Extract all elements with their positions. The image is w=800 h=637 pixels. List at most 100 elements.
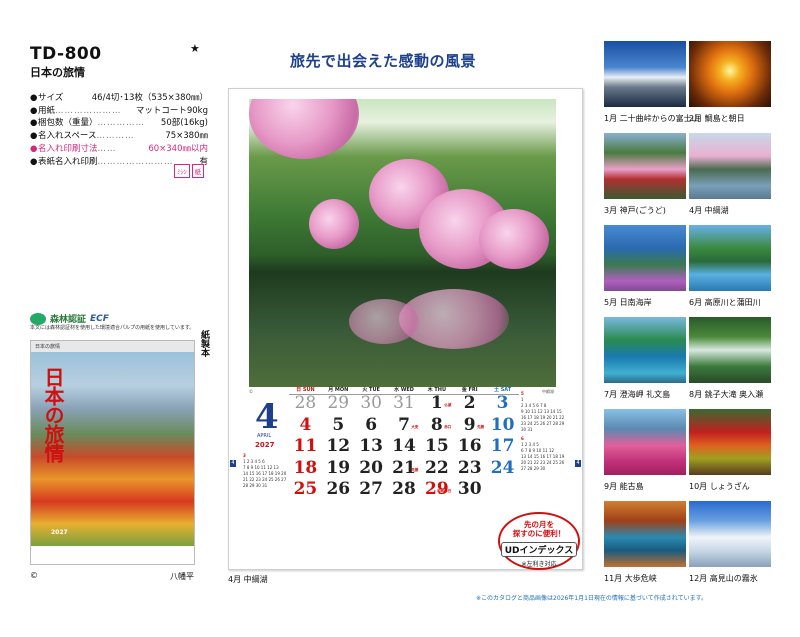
spec-row: ● 用紙………………… マットコート90kg — [30, 105, 208, 116]
month-photo — [689, 225, 771, 291]
mini-calendar-row: 28 29 30 31 — [243, 483, 268, 488]
day-cell: 14 — [392, 436, 416, 456]
month-photo — [604, 225, 686, 291]
day-cell: 8 赤口 — [430, 414, 452, 435]
ud-badge: UDインデックス — [500, 542, 578, 557]
day-cell: 6 — [365, 414, 378, 435]
cover-year: 2027 — [51, 529, 68, 536]
day-cell: 25 — [293, 479, 318, 499]
day-cell: 16 — [457, 436, 482, 456]
month-photo — [604, 41, 686, 107]
cover-strip: 日本の旅情 — [31, 341, 194, 352]
month-photo — [689, 501, 771, 567]
mini-calendar-row: 27 28 29 30 — [521, 466, 546, 471]
month-photo — [689, 41, 771, 107]
day-cell: 29 昭和の日 — [425, 479, 452, 499]
product-name: 日本の旅情 — [30, 66, 85, 79]
month-caption: 3月 神戸(ごうど) — [604, 206, 666, 215]
cover-thumbnail: 日本の旅情 日本の旅情 2027 — [30, 340, 195, 565]
day-cell: 27 — [359, 479, 383, 499]
day-cell: 2 — [463, 393, 476, 413]
month-photo — [604, 317, 686, 383]
day-cell — [486, 479, 519, 501]
ud-index-callout: 先の月を 探すのに便利！ UDインデックス ※左利き対応 — [498, 512, 580, 570]
main-photo — [249, 99, 556, 387]
day-cell: 19 — [326, 457, 351, 478]
star-icon: ★ — [190, 42, 200, 55]
month-photo — [604, 501, 686, 567]
day-cell: 7 大安 — [398, 414, 419, 435]
month-number: 4 — [255, 397, 279, 437]
day-cell: 5 — [332, 414, 345, 435]
month-photo — [604, 133, 686, 199]
ud-line2: 探すのに便利！ — [512, 529, 566, 538]
product-code: TD-800 — [30, 44, 102, 64]
day-cell: 20 — [359, 457, 383, 478]
month-photo — [689, 317, 771, 383]
day-cell: 24 — [490, 457, 515, 478]
month-caption: 8月 銚子大滝 奥入瀬 — [689, 390, 764, 399]
spec-row: ● 梱包数（重量）…………… 50部(16kg) — [30, 118, 208, 129]
month-caption: 4月 中綱湖 — [689, 206, 729, 215]
month-caption: 5月 日南海岸 — [604, 298, 652, 307]
day-cell: 12 — [326, 436, 351, 456]
month-photo — [689, 409, 771, 475]
photo-credit: © — [249, 389, 253, 394]
spec-row: ● 名入れスペース………… 75×380㎜ — [30, 131, 208, 142]
feature-badges: ﾐｼﾝ 紙 — [174, 164, 205, 178]
month-caption: 10月 しょうざん — [689, 482, 750, 491]
month-tab-left[interactable]: 4 — [230, 460, 236, 467]
day-cell: 26 — [326, 479, 351, 499]
mini-calendar-prev: 3 1 2 3 4 5 67 8 9 10 11 12 13 14 15 16 1… — [243, 453, 287, 488]
spec-list: ● サイズ 46/4切･13枚（535×380㎜） ● 用紙………………… マットコート9… — [30, 92, 208, 168]
headline: 旅先で出会えた感動の風景 — [290, 52, 477, 70]
day-cell: 15 — [425, 436, 449, 456]
cover-title: 日本の旅情 — [41, 367, 65, 462]
month-tab-right[interactable]: 4 — [575, 460, 581, 467]
ud-note: ※左利き対応 — [521, 561, 557, 568]
day-cell: 18 — [293, 457, 318, 478]
cover-caption: 八幡平 — [170, 572, 194, 581]
day-cell: 30 — [457, 479, 482, 499]
spec-row: ● サイズ 46/4切･13枚（535×380㎜） — [30, 93, 208, 103]
day-cell: 28 — [392, 479, 416, 499]
month-photo — [689, 133, 771, 199]
month-caption: 11月 大歩危峡 — [604, 574, 657, 583]
day-cell: 30 — [360, 393, 382, 413]
cert-note: 本文には森林認証材を使用した環境適合パルプの用紙を使用しています。 — [30, 325, 195, 331]
day-cell: 1 仏滅 — [430, 393, 452, 413]
day-cell: 11 — [293, 436, 318, 456]
calendar-page: © 中綱湖 4 APRIL 2027 3 1 2 3 4 5 67 8 9 10… — [228, 88, 583, 570]
copyright: © — [30, 571, 38, 580]
day-cell: 31 — [393, 393, 415, 413]
month-english: APRIL — [257, 433, 272, 439]
ecf-label: ECF — [90, 313, 109, 324]
paper-badge: 紙 — [191, 164, 205, 178]
day-cell: 22 — [425, 457, 449, 478]
month-photo — [604, 409, 686, 475]
day-cell: 28 — [294, 393, 317, 413]
day-cell: 29 — [327, 393, 350, 413]
footnote: ※このカタログと商品画像は2026年1月1日現在の情報に基づいて作成されています… — [476, 595, 707, 602]
mini-calendar-row: 30 31 — [521, 427, 533, 432]
calendar-caption: 4月 中綱湖 — [228, 575, 268, 584]
month-caption: 2月 鯛島と朝日 — [689, 114, 745, 123]
mini-calendar-next: 5 12 3 4 5 6 7 89 10 11 12 13 14 15 16 17… — [521, 391, 571, 472]
day-cell: 4 — [299, 414, 312, 435]
year-label: 2027 — [255, 441, 275, 449]
forest-cert-icon — [30, 312, 46, 325]
day-cell: 3 — [496, 393, 509, 413]
day-cell: 21 先勝 — [392, 457, 419, 478]
day-cell: 17 — [490, 436, 515, 456]
day-cell: 13 — [359, 436, 383, 456]
month-caption: 7月 澄海岬 礼文島 — [604, 390, 671, 399]
ud-line1: 先の月を — [524, 520, 554, 529]
day-grid: 28 29 30 31 1 仏滅 2 3 4 5 6 7 大安 8 赤口 9 先勝 10 11 12 13 14 15 16 1… — [289, 393, 519, 501]
day-cell: 10 — [490, 414, 515, 435]
month-caption: 1月 二十曲峠からの富士山 — [604, 114, 700, 123]
month-caption: 12月 高見山の霧氷 — [689, 574, 758, 583]
binding-label: 紙製本 — [199, 330, 209, 357]
month-caption: 6月 高原川と蒲田川 — [689, 298, 761, 307]
spec-row: ● 名入れ印刷寸法…… 60×340㎜以内 — [30, 143, 208, 154]
month-caption: 9月 能古島 — [604, 482, 644, 491]
